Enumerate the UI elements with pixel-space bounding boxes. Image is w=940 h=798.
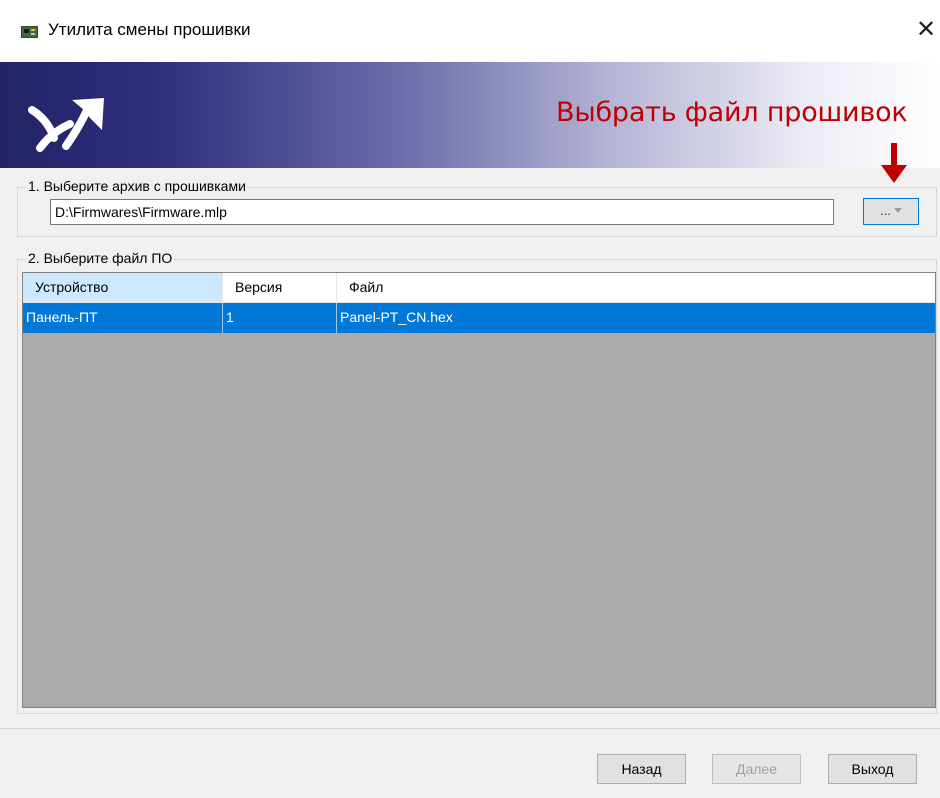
firmware-table[interactable]: Устройство Версия Файл Панель-ПТ 1 Panel… [22, 272, 936, 708]
cell-version: 1 [223, 303, 337, 333]
exit-button[interactable]: Выход [828, 754, 917, 784]
arrow-down-icon [881, 143, 907, 183]
browse-button-label: ... [880, 203, 891, 218]
annotation-label: Выбрать файл прошивок [556, 97, 908, 128]
circuit-board-icon [21, 26, 38, 38]
column-header-device[interactable]: Устройство [23, 273, 223, 302]
archive-group-label: 1. Выберите архив с прошивками [26, 178, 248, 194]
column-header-file[interactable]: Файл [337, 273, 935, 302]
footer-separator [0, 728, 940, 729]
dropdown-arrow-icon [893, 208, 902, 214]
archive-path-input[interactable] [50, 199, 834, 225]
next-button[interactable]: Далее [712, 754, 801, 784]
table-row[interactable]: Панель-ПТ 1 Panel-PT_CN.hex [23, 303, 935, 333]
close-button[interactable]: ✕ [912, 14, 940, 46]
title-bar: Утилита смены прошивки ✕ [0, 0, 940, 62]
firmware-group-label: 2. Выберите файл ПО [26, 250, 175, 266]
cell-device: Панель-ПТ [23, 303, 223, 333]
arrow-logo-icon [28, 98, 104, 152]
back-button[interactable]: Назад [597, 754, 686, 784]
browse-archive-button[interactable]: ... [863, 198, 919, 225]
table-header: Устройство Версия Файл [23, 273, 935, 303]
cell-file: Panel-PT_CN.hex [340, 309, 453, 325]
window-title: Утилита смены прошивки [48, 20, 251, 39]
column-header-version[interactable]: Версия [223, 273, 337, 302]
